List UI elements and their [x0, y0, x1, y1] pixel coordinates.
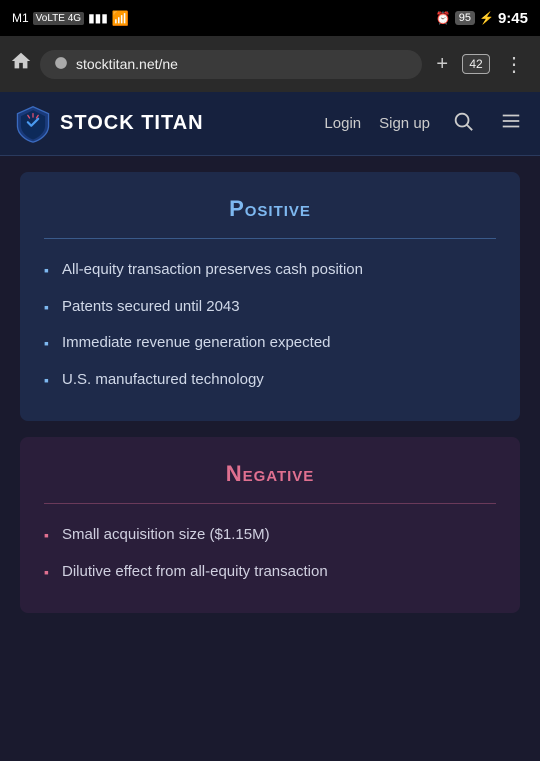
browser-chrome: S stocktitan.net/ne + 42 ⋮ — [0, 36, 540, 92]
nav-bar: STOCK TITAN Login Sign up — [0, 92, 540, 156]
address-bar[interactable]: S stocktitan.net/ne — [40, 50, 422, 79]
negative-title-text: Negative — [226, 461, 315, 486]
battery-icon: ⚡ — [479, 11, 494, 25]
negative-list: Small acquisition size ($1.15M) Dilutive… — [44, 524, 496, 583]
list-item: All-equity transaction preserves cash po… — [44, 259, 496, 282]
menu-button[interactable] — [496, 110, 526, 138]
negative-divider — [44, 503, 496, 504]
tabs-count-badge[interactable]: 42 — [462, 54, 490, 74]
status-right: ⏰ 95 ⚡ 9:45 — [436, 10, 528, 27]
url-text: stocktitan.net/ne — [76, 56, 178, 72]
login-link[interactable]: Login — [324, 115, 361, 132]
carrier-label: M1 — [12, 11, 29, 25]
time-label: 9:45 — [498, 10, 528, 27]
logo-text: STOCK TITAN — [60, 112, 204, 135]
list-item: U.S. manufactured technology — [44, 369, 496, 392]
logo-icon — [14, 105, 52, 143]
negative-section: Negative Small acquisition size ($1.15M)… — [20, 437, 520, 613]
positive-title-text: Positive — [229, 196, 311, 221]
security-icon: S — [54, 56, 68, 73]
home-button[interactable] — [10, 50, 32, 78]
positive-list: All-equity transaction preserves cash po… — [44, 259, 496, 391]
logo-area: STOCK TITAN — [14, 105, 324, 143]
search-button[interactable] — [448, 110, 478, 138]
status-left: M1 VoLTE 4G ▮▮▮ 📶 — [12, 10, 129, 27]
main-content: Positive All-equity transaction preserve… — [0, 156, 540, 613]
battery-badge: 95 — [455, 11, 475, 25]
list-item: Small acquisition size ($1.15M) — [44, 524, 496, 547]
nav-links: Login Sign up — [324, 110, 526, 138]
status-bar: M1 VoLTE 4G ▮▮▮ 📶 ⏰ 95 ⚡ 9:45 — [0, 0, 540, 36]
list-item: Patents secured until 2043 — [44, 296, 496, 319]
top-spacer — [0, 156, 540, 172]
network-label: VoLTE 4G — [33, 12, 84, 25]
wifi-icon: 📶 — [112, 10, 129, 27]
signup-link[interactable]: Sign up — [379, 115, 430, 132]
alarm-icon: ⏰ — [436, 11, 451, 25]
list-item: Immediate revenue generation expected — [44, 332, 496, 355]
new-tab-button[interactable]: + — [430, 51, 454, 78]
more-menu-button[interactable]: ⋮ — [498, 50, 530, 79]
list-item: Dilutive effect from all-equity transact… — [44, 561, 496, 584]
positive-title: Positive — [44, 196, 496, 222]
negative-title: Negative — [44, 461, 496, 487]
positive-section: Positive All-equity transaction preserve… — [20, 172, 520, 421]
positive-divider — [44, 238, 496, 239]
signal-icon: ▮▮▮ — [88, 11, 108, 25]
svg-text:S: S — [58, 60, 63, 67]
